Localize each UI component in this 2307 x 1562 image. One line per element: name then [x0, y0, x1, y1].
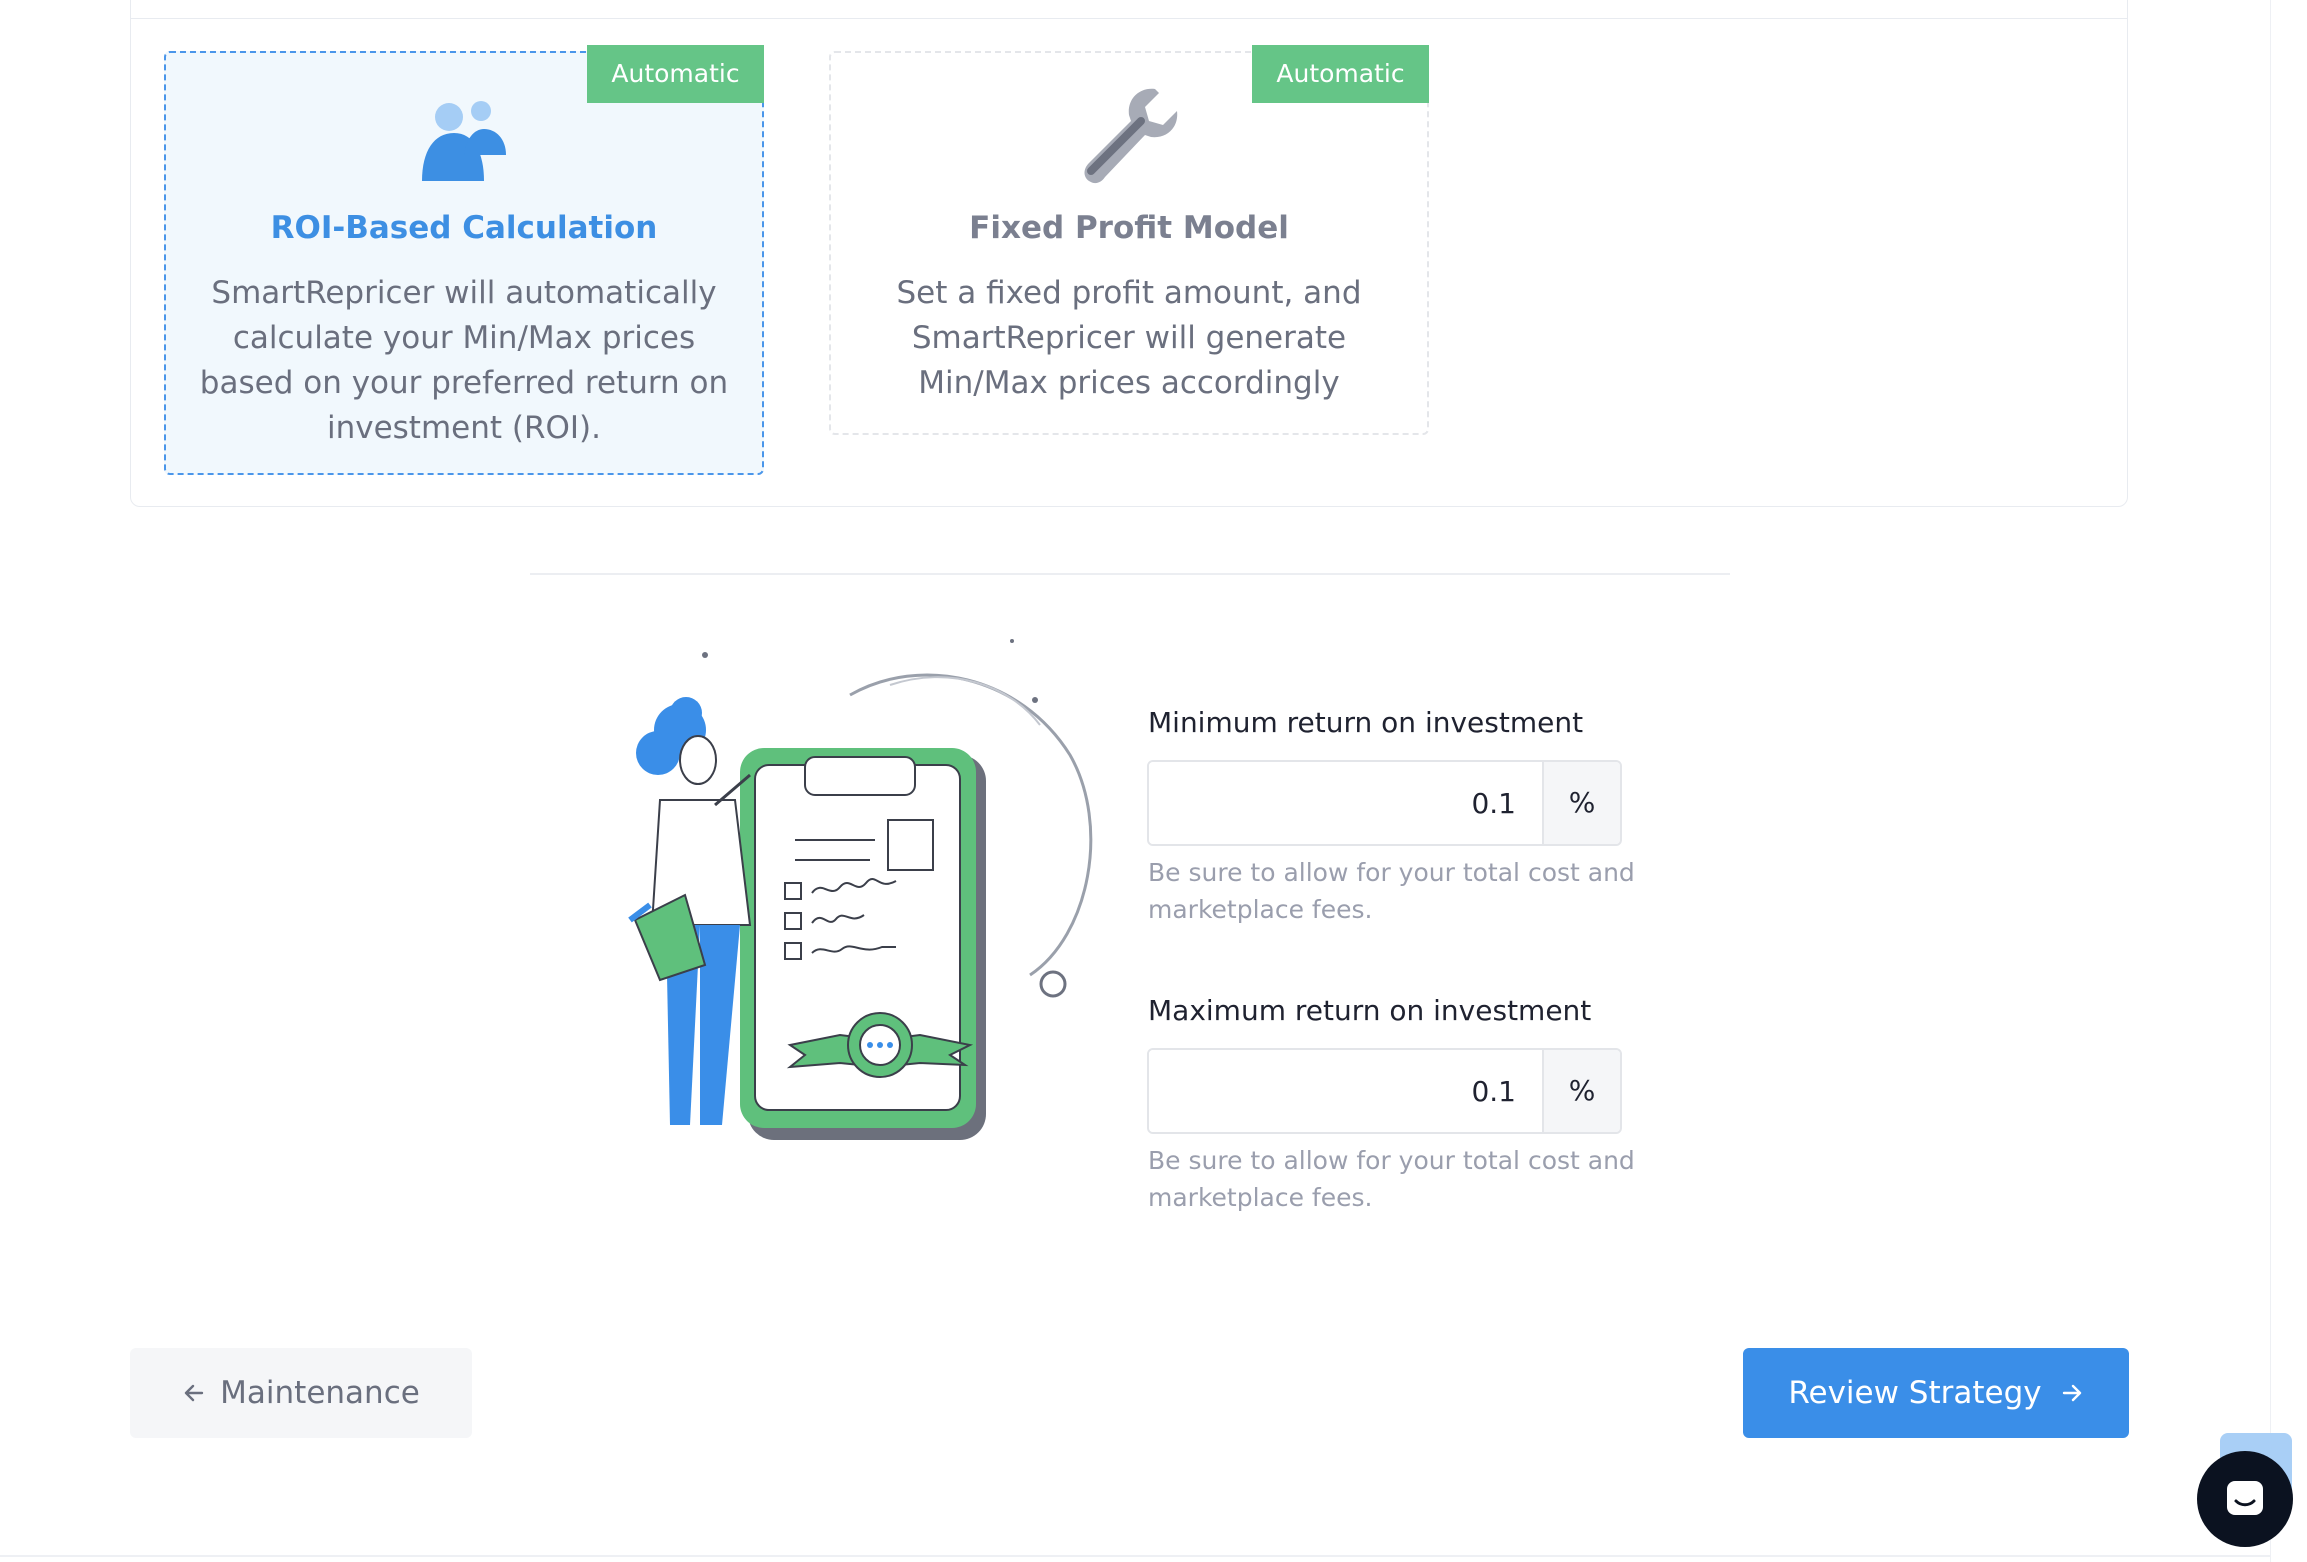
- page-right-edge: [2270, 0, 2271, 1562]
- back-button-label: Maintenance: [220, 1375, 420, 1411]
- max-roi-input[interactable]: [1149, 1050, 1542, 1132]
- method-option-roi[interactable]: Automatic ROI-Based Calculation SmartRep…: [164, 45, 764, 475]
- arrow-left-icon: [184, 1384, 204, 1402]
- method-title: ROI-Based Calculation: [270, 210, 658, 246]
- automatic-badge: Automatic: [587, 45, 764, 103]
- method-title: Fixed Profit Model: [969, 210, 1289, 246]
- min-roi-hint: Be sure to allow for your total cost and…: [1148, 858, 1635, 924]
- arrow-right-icon: [2062, 1384, 2081, 1402]
- min-roi-input-group: %: [1147, 760, 1622, 846]
- percent-suffix: %: [1542, 1050, 1620, 1132]
- method-description: SmartRepricer will automatically calcula…: [199, 275, 729, 446]
- min-roi-label: Minimum return on investment: [1148, 706, 1584, 739]
- card-divider: [130, 18, 2128, 19]
- max-roi-input-group: %: [1147, 1048, 1622, 1134]
- max-roi-hint: Be sure to allow for your total cost and…: [1148, 1146, 1635, 1212]
- automatic-badge: Automatic: [1252, 45, 1429, 103]
- users-icon: [422, 101, 506, 181]
- percent-suffix: %: [1542, 762, 1620, 844]
- min-roi-input[interactable]: [1149, 762, 1542, 844]
- method-description: Set a fixed profit amount, and SmartRepr…: [896, 275, 1362, 401]
- review-strategy-label: Review Strategy: [1788, 1375, 2042, 1411]
- roi-illustration: [628, 639, 1093, 1140]
- max-roi-label: Maximum return on investment: [1148, 994, 1592, 1027]
- section-divider: [530, 573, 1730, 575]
- review-strategy-button[interactable]: Review Strategy: [1743, 1348, 2129, 1438]
- wrench-icon: [1084, 88, 1178, 184]
- chat-icon: [2227, 1481, 2263, 1515]
- method-option-fixed-profit[interactable]: Automatic Fixed Profit Model Set a fixed…: [829, 45, 1429, 435]
- page-bottom-edge: [0, 1555, 2270, 1557]
- chat-launcher-button[interactable]: [2197, 1451, 2293, 1547]
- back-button[interactable]: Maintenance: [130, 1348, 472, 1438]
